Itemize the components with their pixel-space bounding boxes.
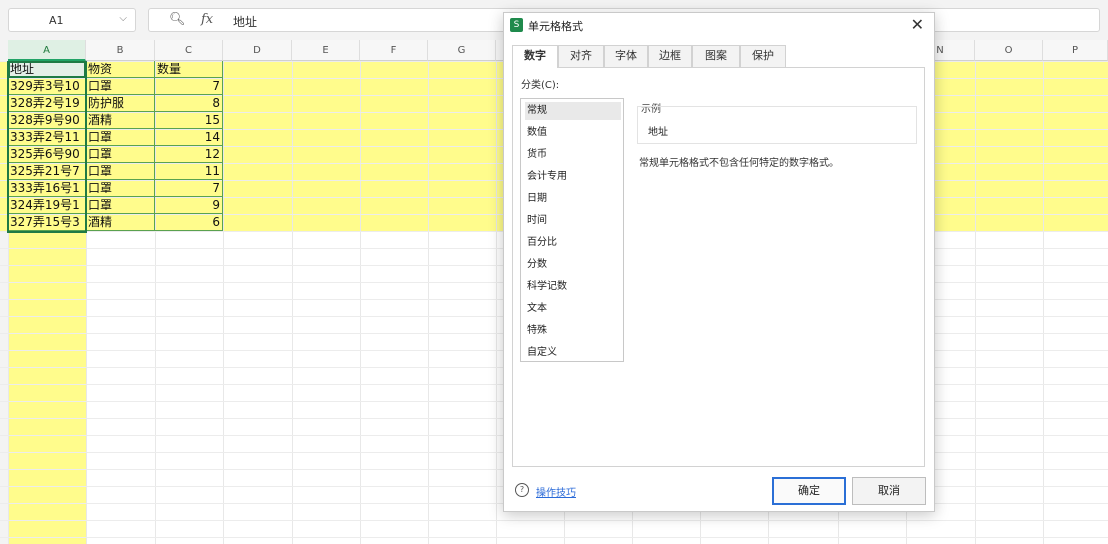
- formula-value[interactable]: 地址: [233, 13, 257, 30]
- category-item[interactable]: 时间: [525, 212, 621, 230]
- table-cell[interactable]: 防护服: [86, 95, 155, 112]
- table-cell[interactable]: 7: [155, 180, 223, 197]
- table-cell[interactable]: 口罩: [86, 146, 155, 163]
- column-header-d[interactable]: D: [223, 40, 292, 61]
- table-cell[interactable]: 325弄21号7: [8, 163, 86, 180]
- chevron-down-icon[interactable]: ⌵: [119, 13, 127, 24]
- table-cell[interactable]: 12: [155, 146, 223, 163]
- format-cells-dialog: S 单元格格式 ✕ 数字 对齐 字体 边框 图案 保护 分类(C): 常规数值货…: [503, 12, 935, 512]
- tab-protection[interactable]: 保护: [740, 45, 786, 67]
- fx-label[interactable]: fx: [201, 12, 213, 27]
- header-cell[interactable]: 物资: [86, 61, 155, 78]
- category-item[interactable]: 文本: [525, 300, 621, 318]
- column-header-a[interactable]: A: [8, 40, 86, 61]
- table-cell[interactable]: 9: [155, 197, 223, 214]
- category-item[interactable]: 数值: [525, 124, 621, 142]
- column-header-g[interactable]: G: [428, 40, 496, 61]
- table-cell[interactable]: 7: [155, 78, 223, 95]
- number-panel: 分类(C): 常规 数值 货币 会计专用 日期 时间 百分比 分数 科学记数 文本 特殊 自定义 示例…: [512, 67, 925, 467]
- close-icon[interactable]: ✕: [911, 15, 924, 34]
- category-item[interactable]: 货币: [525, 146, 621, 164]
- table-cell[interactable]: 325弄6号90: [8, 146, 86, 163]
- table-cell[interactable]: 15: [155, 112, 223, 129]
- table-cell[interactable]: 14: [155, 129, 223, 146]
- dialog-footer: ? 操作技巧 确定 取消: [504, 467, 934, 511]
- column-header-e[interactable]: E: [292, 40, 360, 61]
- ok-button[interactable]: 确定: [772, 477, 846, 505]
- dialog-title: 单元格格式: [528, 20, 583, 33]
- name-box-value: A1: [49, 14, 64, 27]
- tips-icon[interactable]: ?: [515, 483, 529, 497]
- column-header-p[interactable]: P: [1043, 40, 1108, 61]
- table-cell[interactable]: 324弄19号1: [8, 197, 86, 214]
- category-item[interactable]: 会计专用: [525, 168, 621, 186]
- table-cell[interactable]: 酒精: [86, 112, 155, 129]
- cancel-button[interactable]: 取消: [852, 477, 926, 505]
- column-header-c[interactable]: C: [155, 40, 223, 61]
- tab-number[interactable]: 数字: [512, 45, 558, 68]
- tab-border[interactable]: 边框: [648, 45, 692, 67]
- tab-pattern[interactable]: 图案: [692, 45, 740, 67]
- table-cell[interactable]: 口罩: [86, 163, 155, 180]
- tab-font[interactable]: 字体: [604, 45, 648, 67]
- table-cell[interactable]: 328弄9号90: [8, 112, 86, 129]
- table-cell[interactable]: 11: [155, 163, 223, 180]
- table-cell[interactable]: 8: [155, 95, 223, 112]
- table-cell[interactable]: 口罩: [86, 197, 155, 214]
- tab-alignment[interactable]: 对齐: [558, 45, 604, 67]
- table-cell[interactable]: 328弄2号19: [8, 95, 86, 112]
- column-header-o[interactable]: O: [975, 40, 1043, 61]
- category-item[interactable]: 科学记数: [525, 278, 621, 296]
- zoom-icon[interactable]: 🔍︎: [169, 12, 186, 27]
- table-cell[interactable]: 酒精: [86, 214, 155, 231]
- category-item[interactable]: 日期: [525, 190, 621, 208]
- category-item[interactable]: 特殊: [525, 322, 621, 340]
- category-label: 分类(C):: [521, 80, 560, 91]
- dialog-titlebar: S 单元格格式 ✕: [504, 13, 934, 37]
- table-cell[interactable]: 口罩: [86, 180, 155, 197]
- column-header-f[interactable]: F: [360, 40, 428, 61]
- header-cell[interactable]: 数量: [155, 61, 223, 78]
- format-description: 常规单元格格式不包含任何特定的数字格式。: [639, 158, 839, 169]
- table-cell[interactable]: 6: [155, 214, 223, 231]
- category-item[interactable]: 分数: [525, 256, 621, 274]
- name-box[interactable]: A1 ⌵: [8, 8, 136, 32]
- table-cell[interactable]: 327弄15号3: [8, 214, 86, 231]
- column-header-b[interactable]: B: [86, 40, 155, 61]
- table-cell[interactable]: 333弄2号11: [8, 129, 86, 146]
- tips-link[interactable]: 操作技巧: [536, 484, 576, 499]
- category-item[interactable]: 百分比: [525, 234, 621, 252]
- category-list[interactable]: 常规数值货币会计专用日期时间百分比分数科学记数文本特殊自定义: [520, 98, 624, 362]
- table-cell[interactable]: 333弄16号1: [8, 180, 86, 197]
- category-item[interactable]: 常规: [525, 102, 621, 120]
- table-cell[interactable]: 口罩: [86, 129, 155, 146]
- table-cell[interactable]: 329弄3号10: [8, 78, 86, 95]
- sample-value: 地址: [648, 127, 668, 138]
- sample-box: 地址: [637, 106, 917, 144]
- header-cell[interactable]: 地址: [8, 61, 86, 78]
- table-cell[interactable]: 口罩: [86, 78, 155, 95]
- app-icon: S: [510, 18, 523, 32]
- category-item[interactable]: 自定义: [525, 344, 621, 362]
